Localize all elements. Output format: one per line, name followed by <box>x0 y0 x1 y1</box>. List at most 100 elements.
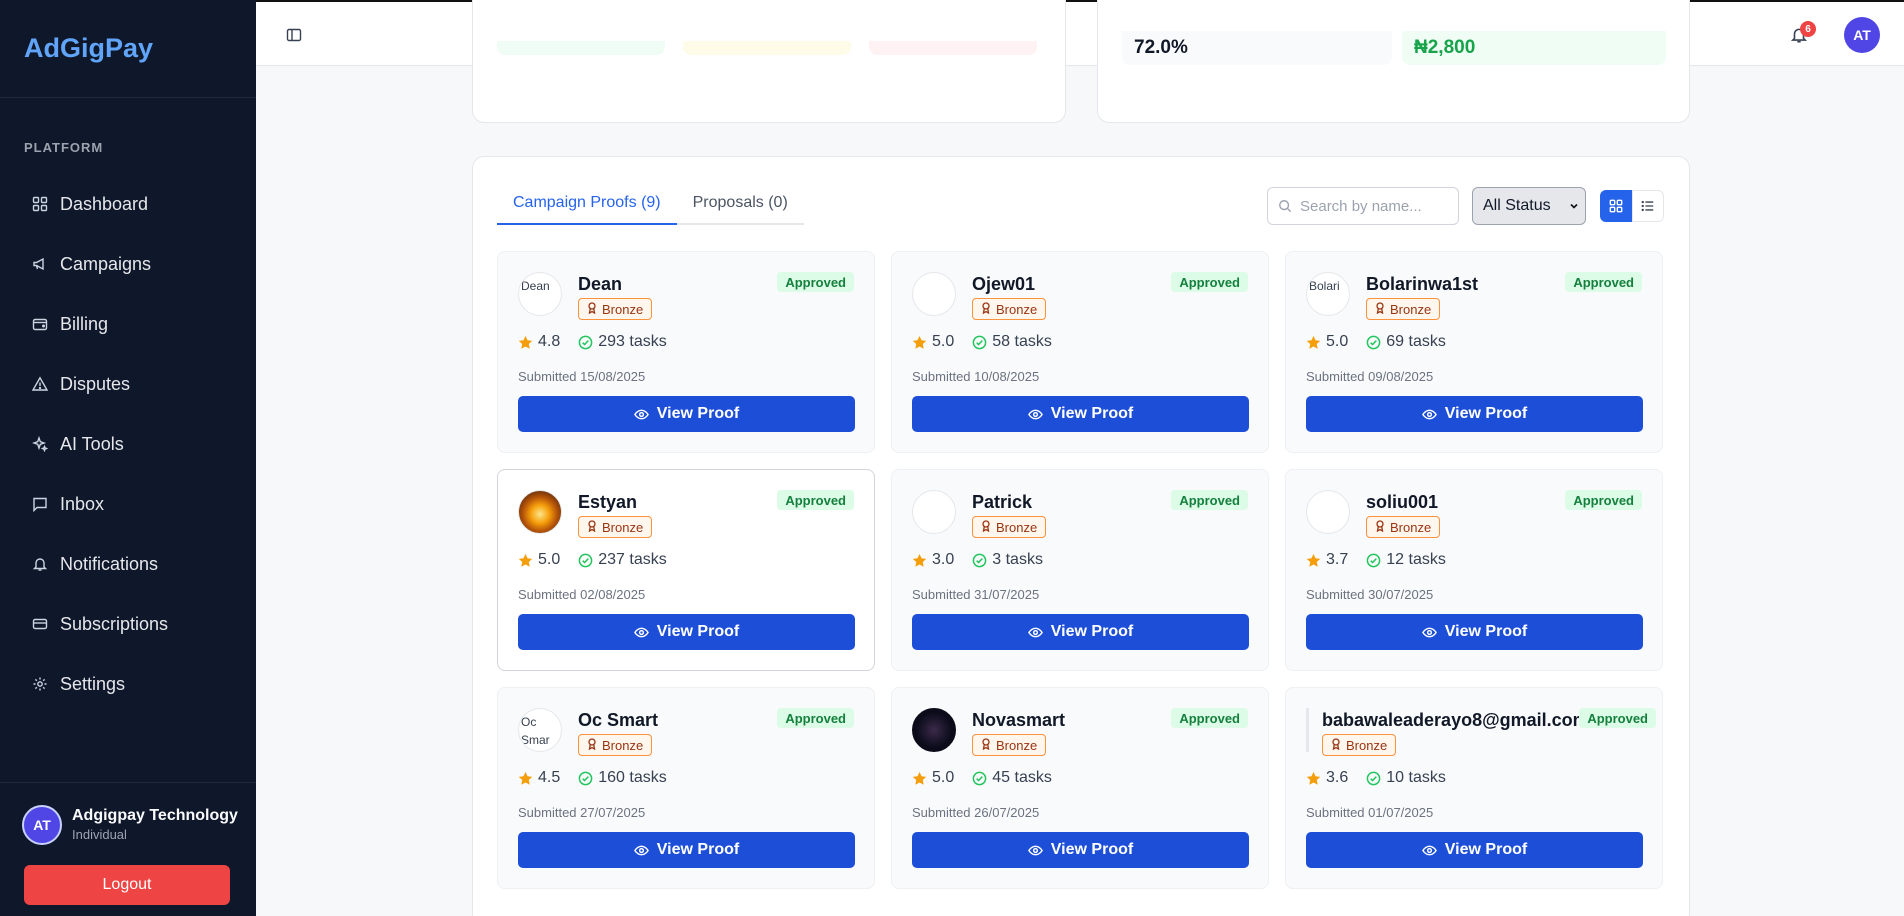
sidebar: AdGigPay PLATFORM Dashboard Campaigns Bi… <box>0 0 256 916</box>
list-icon <box>1641 200 1654 212</box>
tier-label: Bronze <box>602 301 644 317</box>
view-proof-button[interactable]: View Proof <box>1306 832 1643 868</box>
sidebar-item-billing[interactable]: Billing <box>0 294 256 354</box>
tab-bar: Campaign Proofs (9) Proposals (0) <box>497 183 804 225</box>
user-avatar-button[interactable]: AT <box>1844 17 1880 53</box>
proof-card: soliu001 Bronze Approved 3.7 12 tasks Submitt… <box>1285 469 1663 671</box>
avatar: Bolari <box>1306 272 1350 316</box>
card-stats: 5.0 69 tasks <box>1306 333 1446 351</box>
tasks-count: 12 tasks <box>1386 551 1446 568</box>
avatar[interactable]: AT <box>22 805 62 845</box>
rating-value: 3.7 <box>1326 551 1349 568</box>
eye-icon <box>1421 845 1437 855</box>
proof-card: Dean Dean Bronze Approved 4.8 293 tasks Submit… <box>497 251 875 453</box>
sidebar-toggle-icon[interactable] <box>286 27 302 43</box>
star-icon <box>1306 771 1321 785</box>
sidebar-nav: Dashboard Campaigns Billing Disputes AI … <box>0 174 256 714</box>
stat-tile-approved <box>497 41 665 55</box>
submitted-date: Submitted 31/07/2025 <box>912 587 1040 602</box>
status-badge: Approved <box>777 272 854 292</box>
sidebar-item-label: Subscriptions <box>60 613 169 634</box>
sidebar-item-label: Billing <box>60 313 109 334</box>
proof-card: Ojew01 Bronze Approved 5.0 58 tasks Submitted… <box>891 251 1269 453</box>
amount-spent-value: ₦2,800 <box>1402 31 1666 65</box>
stat-tile-pending <box>683 41 851 55</box>
view-proof-button[interactable]: View Proof <box>518 614 855 650</box>
grid-view-button[interactable] <box>1600 190 1632 222</box>
proof-card: babawaleaderayo8@gmail.com Bronze Approved… <box>1285 687 1663 889</box>
status-badge: Approved <box>1565 272 1642 292</box>
tab-campaign-proofs[interactable]: Campaign Proofs (9) <box>497 183 677 225</box>
tasks-count: 3 tasks <box>992 551 1043 568</box>
view-proof-label: View Proof <box>656 841 740 858</box>
status-badge: Approved <box>1171 272 1248 292</box>
avatar: Dean <box>518 272 562 316</box>
view-proof-button[interactable]: View Proof <box>912 832 1249 868</box>
gear-icon <box>32 676 48 692</box>
star-icon <box>1306 335 1321 349</box>
rating-value: 4.5 <box>538 769 561 786</box>
notification-count-badge: 6 <box>1800 21 1816 37</box>
star-icon <box>912 553 927 567</box>
star-icon <box>912 335 927 349</box>
user-name: Dean <box>578 274 623 294</box>
tab-proposals[interactable]: Proposals (0) <box>677 183 804 223</box>
brand[interactable]: AdGigPay <box>0 0 256 98</box>
rating-value: 5.0 <box>1326 333 1349 350</box>
tier-label: Bronze <box>996 301 1038 317</box>
award-icon <box>1331 737 1341 753</box>
logout-button[interactable]: Logout <box>24 865 230 905</box>
avatar-alt-text: Dean <box>521 279 550 293</box>
user-name: Adgigpay Technology <box>72 807 238 824</box>
sidebar-item-campaigns[interactable]: Campaigns <box>0 234 256 294</box>
sparkles-icon <box>32 436 48 452</box>
eye-icon <box>1421 409 1437 419</box>
chevron-down-icon <box>1570 203 1578 209</box>
bell-icon <box>32 556 48 572</box>
award-icon <box>587 301 597 317</box>
sidebar-item-dashboard[interactable]: Dashboard <box>0 174 256 234</box>
tier-label: Bronze <box>602 737 644 753</box>
warning-icon <box>32 376 48 392</box>
avatar-alt-text: Bolari <box>1309 279 1340 293</box>
tier-badge: Bronze <box>1366 516 1441 538</box>
sidebar-item-label: Campaigns <box>60 253 152 274</box>
check-circle-icon <box>578 553 593 567</box>
list-view-button[interactable] <box>1632 190 1664 222</box>
proof-card: Bolari Bolarinwa1st Bronze Approved 5.0 69 ta… <box>1285 251 1663 453</box>
sidebar-item-inbox[interactable]: Inbox <box>0 474 256 534</box>
view-proof-button[interactable]: View Proof <box>912 614 1249 650</box>
sidebar-item-disputes[interactable]: Disputes <box>0 354 256 414</box>
user-name: babawaleaderayo8@gmail.com <box>1322 710 1589 730</box>
overview-card <box>472 0 1066 123</box>
view-proof-button[interactable]: View Proof <box>912 396 1249 432</box>
status-badge: Approved <box>1579 708 1656 728</box>
view-proof-button[interactable]: View Proof <box>1306 614 1643 650</box>
brand-logo-text[interactable]: AdGigPay <box>24 33 153 64</box>
sidebar-item-settings[interactable]: Settings <box>0 654 256 714</box>
dashboard-icon <box>32 196 48 212</box>
search-input[interactable] <box>1300 197 1450 215</box>
view-proof-button[interactable]: View Proof <box>518 396 855 432</box>
view-proof-label: View Proof <box>1050 405 1134 422</box>
view-proof-button[interactable]: View Proof <box>518 832 855 868</box>
sidebar-item-label: Settings <box>60 673 126 694</box>
sidebar-item-ai-tools[interactable]: AI Tools <box>0 414 256 474</box>
view-proof-button[interactable]: View Proof <box>1306 396 1643 432</box>
award-icon <box>981 737 991 753</box>
status-filter-select[interactable]: All Status <box>1472 187 1586 225</box>
sidebar-item-subscriptions[interactable]: Subscriptions <box>0 594 256 654</box>
tasks-count: 160 tasks <box>598 769 667 786</box>
card-stats: 5.0 237 tasks <box>518 551 667 569</box>
award-icon <box>587 737 597 753</box>
star-icon <box>518 553 533 567</box>
card-stats: 3.0 3 tasks <box>912 551 1043 569</box>
sidebar-item-notifications[interactable]: Notifications <box>0 534 256 594</box>
sidebar-item-label: Notifications <box>60 553 159 574</box>
tier-label: Bronze <box>1390 301 1432 317</box>
megaphone-icon <box>32 256 48 272</box>
submitted-date: Submitted 02/08/2025 <box>518 587 646 602</box>
award-icon <box>587 519 597 535</box>
check-circle-icon <box>1366 335 1381 349</box>
tier-label: Bronze <box>1346 737 1388 753</box>
